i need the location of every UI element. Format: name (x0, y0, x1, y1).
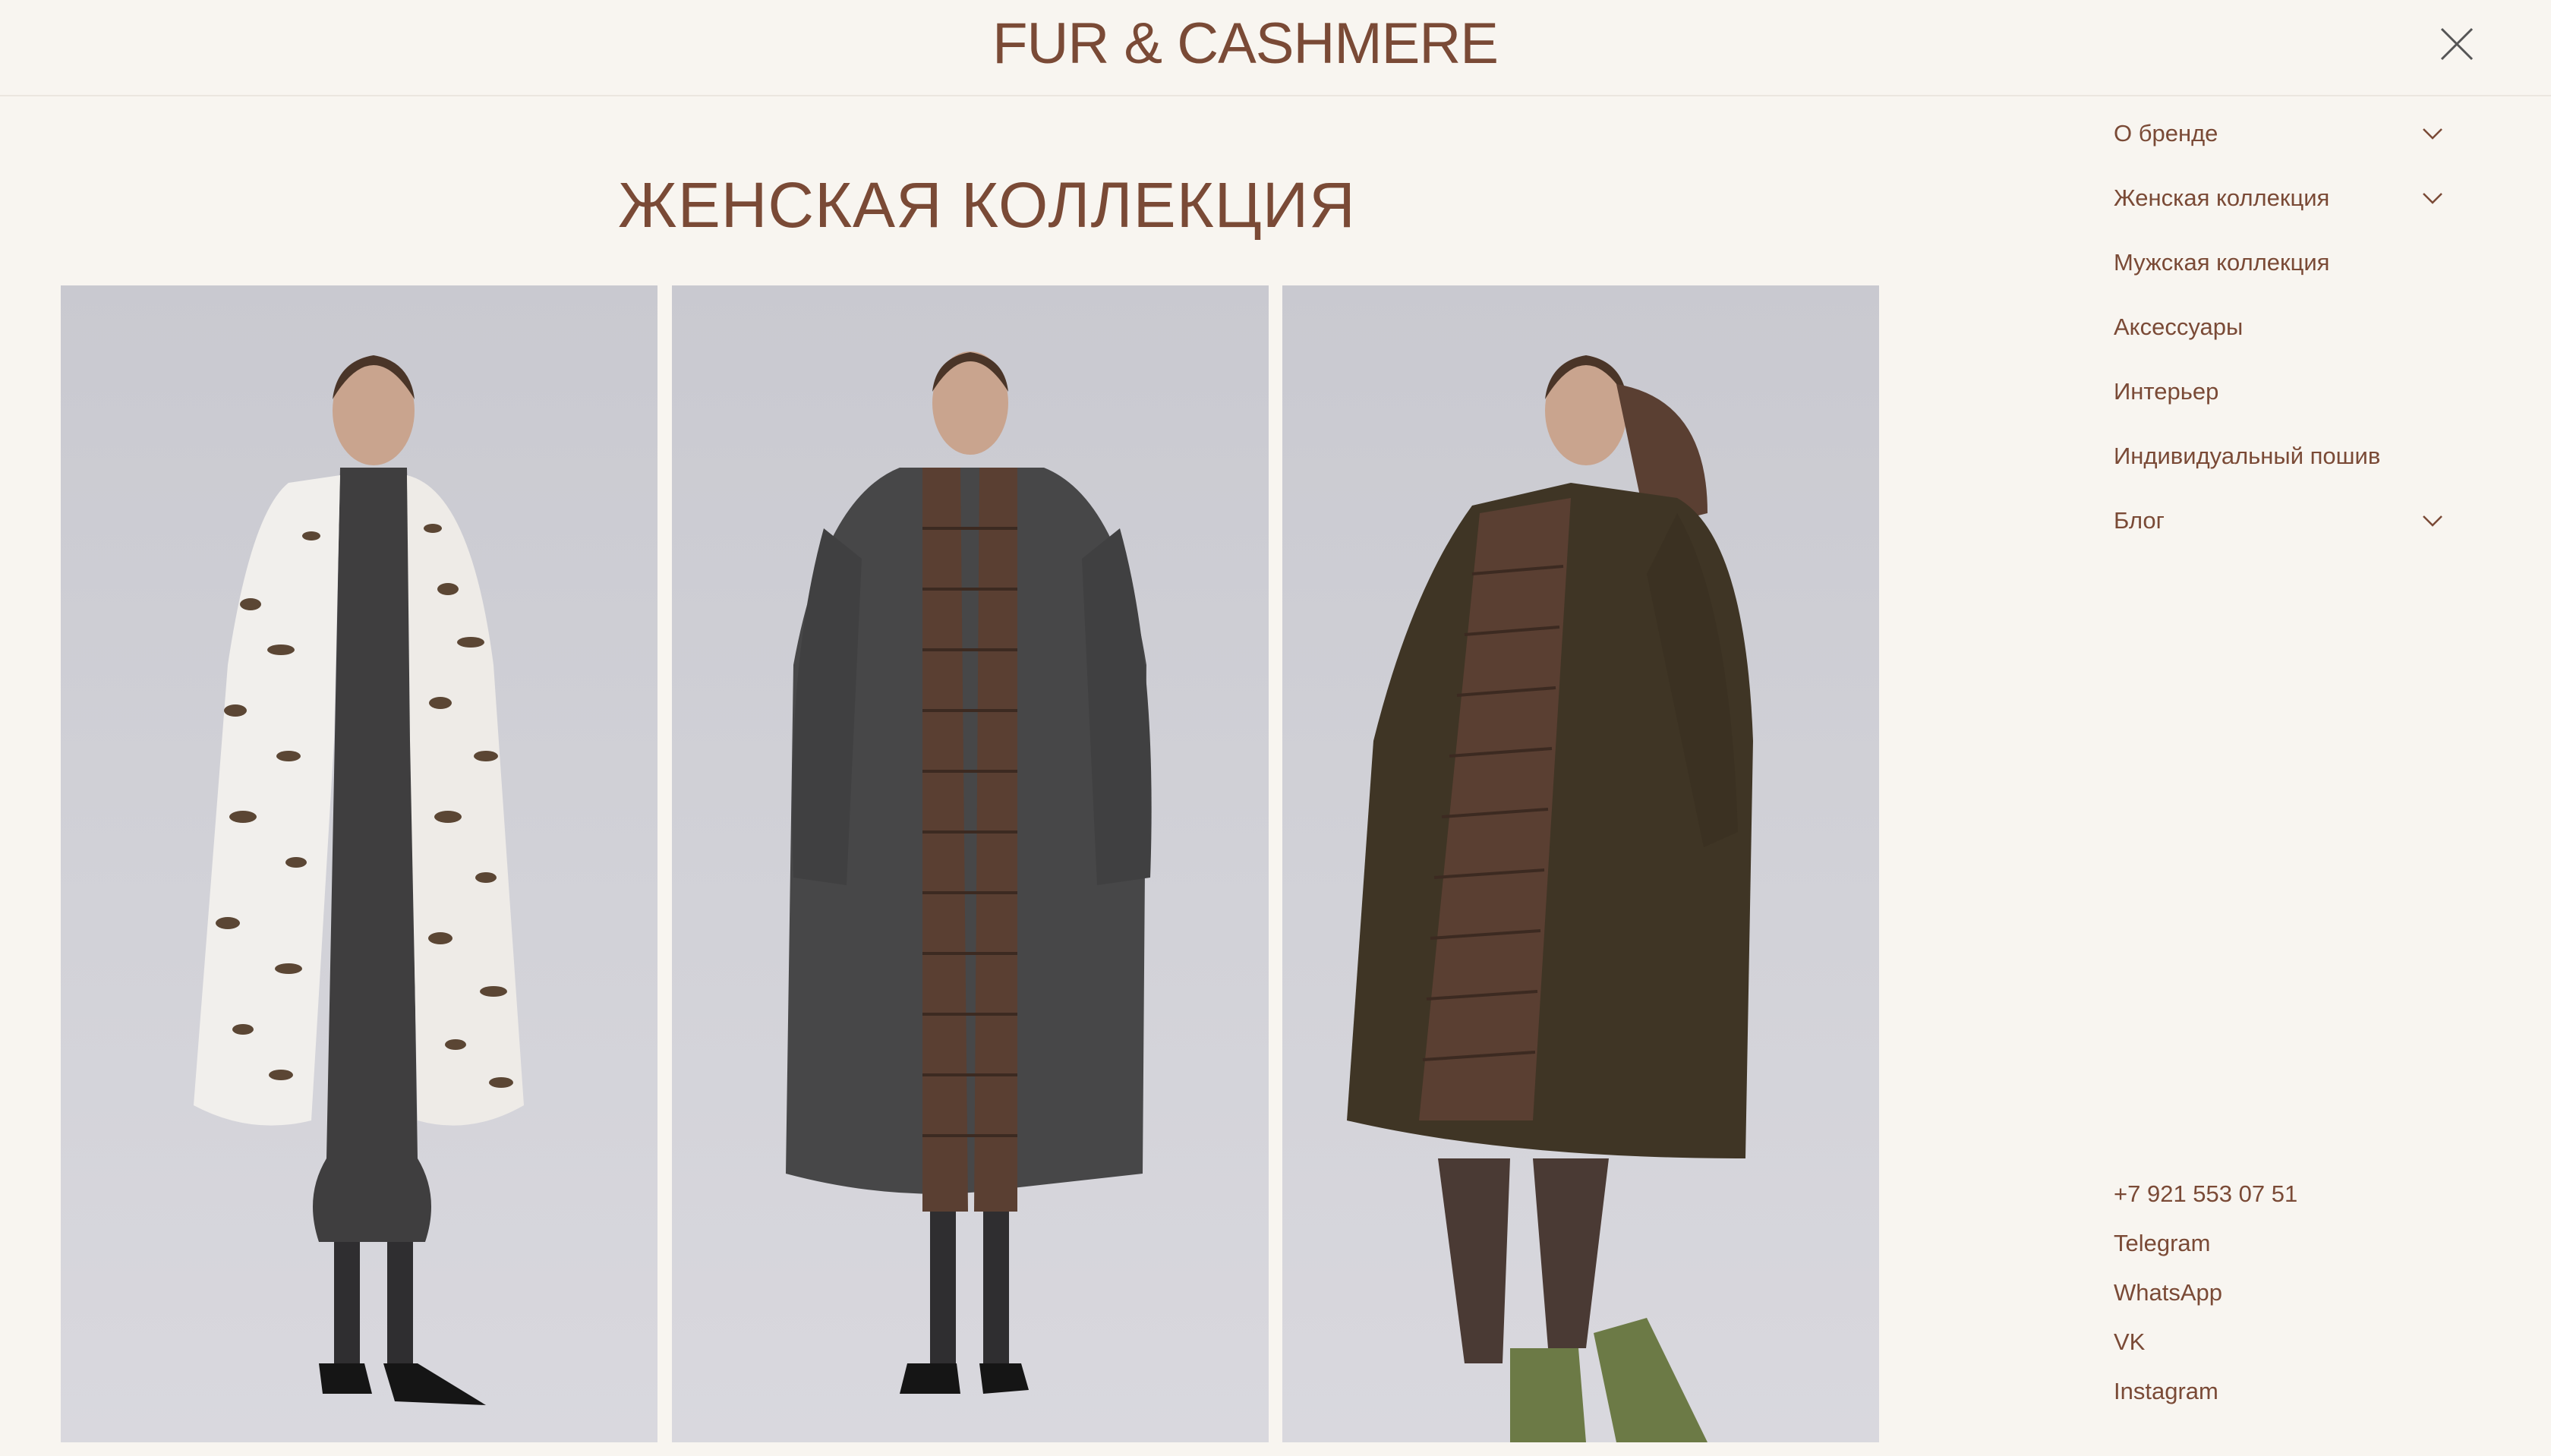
menu-item-label: Мужская коллекция (2114, 249, 2330, 276)
menu-item-label: Блог (2114, 507, 2165, 534)
menu-item-label: Интерьер (2114, 378, 2219, 405)
menu-item-label: Женская коллекция (2114, 184, 2330, 211)
product-card-olive-parka[interactable] (1282, 285, 1879, 1442)
menu-item-label: Индивидуальный пошив (2114, 443, 2381, 469)
product-card-grey-cashmere-coat[interactable] (672, 285, 1269, 1442)
chevron-down-icon (2423, 193, 2442, 204)
chevron-down-icon (2423, 128, 2442, 140)
chevron-down-icon (2423, 515, 2442, 527)
menu-item-label: Аксессуары (2114, 314, 2244, 340)
menu-item-women-collection[interactable]: Женская коллекция (2114, 177, 2442, 241)
product-photo-1 (194, 355, 524, 1405)
close-icon[interactable] (2436, 23, 2478, 65)
menu-item-men-collection[interactable]: Мужская коллекция (2114, 241, 2433, 306)
telegram-link[interactable]: Telegram (2114, 1224, 2433, 1274)
phone-link[interactable]: +7 921 553 07 51 (2114, 1175, 2433, 1224)
product-card-white-fur-coat[interactable] (61, 285, 657, 1442)
whatsapp-link[interactable]: WhatsApp (2114, 1274, 2433, 1323)
site-header: FUR & CASHMERE (0, 0, 2551, 96)
product-gallery (61, 285, 1879, 1442)
brand-logo[interactable]: FUR & CASHMERE (0, 11, 2490, 77)
menu-item-custom-tailoring[interactable]: Индивидуальный пошив (2114, 435, 2433, 500)
side-menu: О бренде Женская коллекция Мужская колле… (2114, 112, 2442, 564)
menu-item-label: О бренде (2114, 120, 2218, 147)
menu-item-about-brand[interactable]: О бренде (2114, 112, 2442, 177)
product-photo-3 (1347, 355, 1753, 1442)
menu-item-blog[interactable]: Блог (2114, 500, 2442, 564)
product-photo-2 (786, 351, 1152, 1394)
vk-link[interactable]: VK (2114, 1323, 2433, 1372)
instagram-link[interactable]: Instagram (2114, 1372, 2433, 1422)
menu-item-interior[interactable]: Интерьер (2114, 370, 2433, 435)
menu-item-accessories[interactable]: Аксессуары (2114, 306, 2433, 370)
contacts-block: +7 921 553 07 51 Telegram WhatsApp VK In… (2114, 1175, 2433, 1422)
